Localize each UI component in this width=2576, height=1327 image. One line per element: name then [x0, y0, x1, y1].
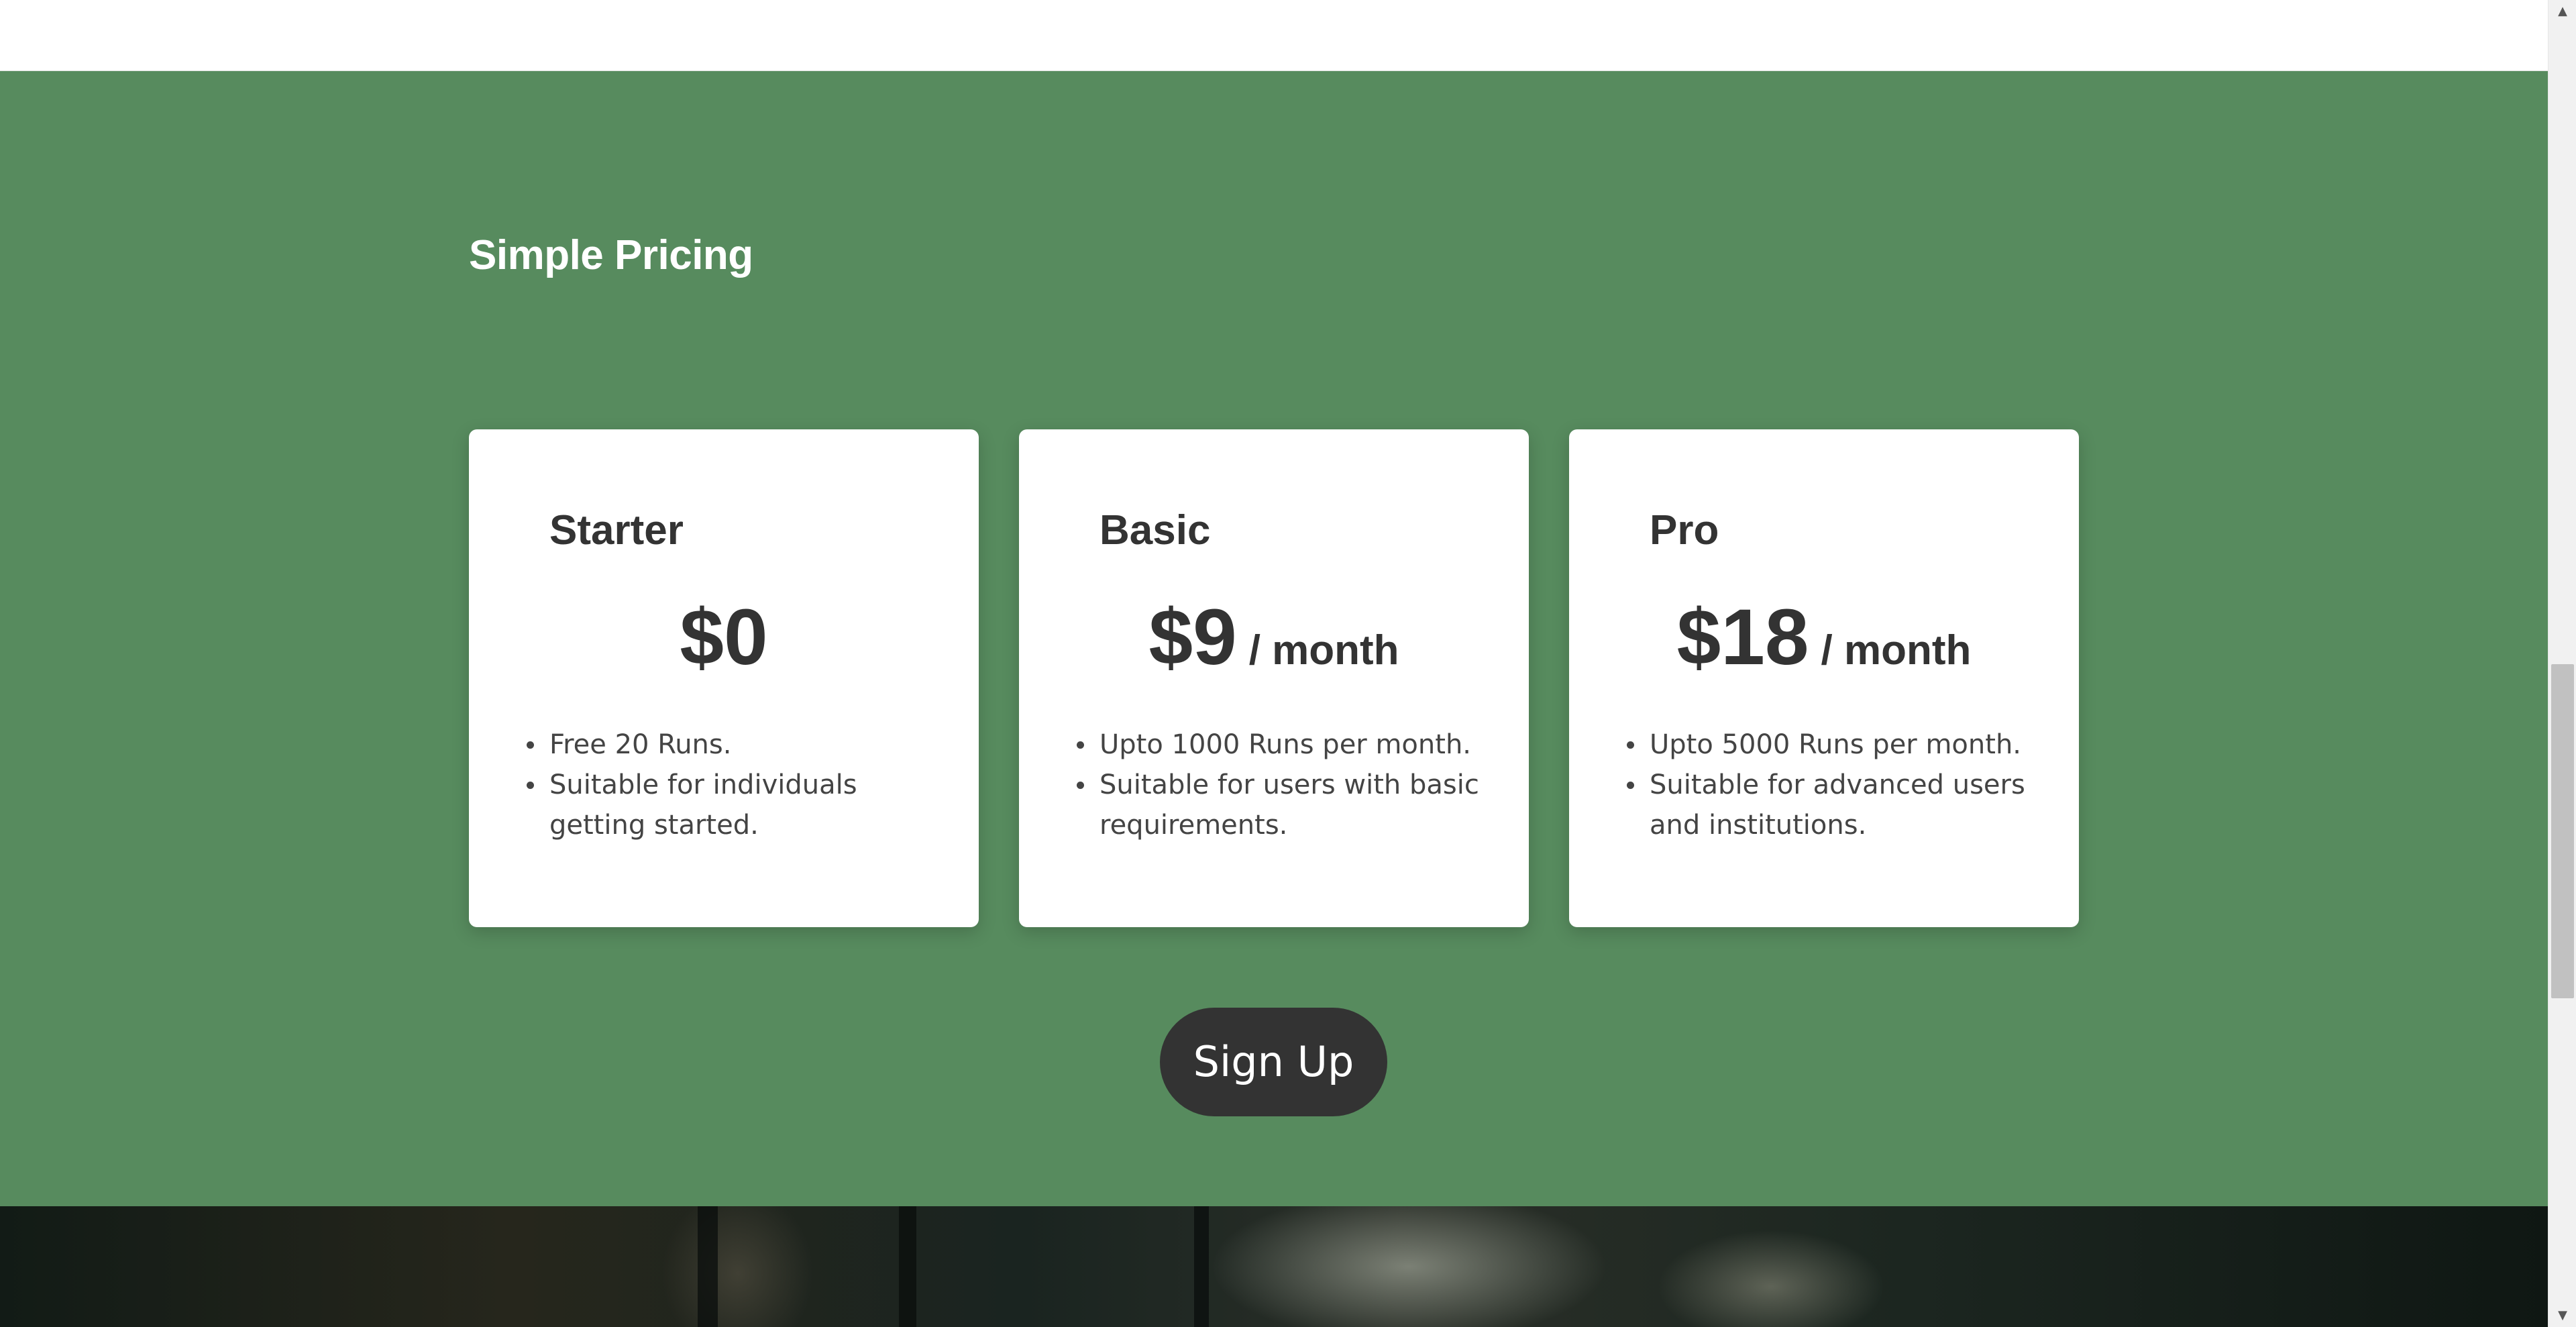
background-photo [0, 1206, 2548, 1327]
plan-price: $18 / month [1569, 590, 2079, 686]
photo-detail [899, 1206, 916, 1327]
top-section-edge [0, 0, 2548, 72]
vertical-scrollbar[interactable]: ▲ ▼ [2548, 0, 2576, 1327]
plan-price: $0 [469, 590, 979, 686]
photo-detail [698, 1206, 718, 1327]
price-amount: $9 [1148, 593, 1237, 682]
sign-up-button[interactable]: Sign Up [1160, 1008, 1387, 1116]
feature-item: Suitable for users with basic requiremen… [1077, 765, 1502, 845]
plan-price: $9/ month [1019, 590, 1529, 686]
feature-item: Upto 1000 Runs per month. [1077, 725, 1502, 765]
scroll-thumb[interactable] [2551, 664, 2574, 998]
scroll-up-icon[interactable]: ▲ [2548, 0, 2576, 23]
price-period: / month [1821, 627, 1972, 674]
plan-features: Free 20 Runs. Suitable for individuals g… [527, 725, 952, 845]
price-amount: $18 [1676, 593, 1809, 682]
price-period: / month [1248, 627, 1399, 674]
plan-features: Upto 1000 Runs per month. Suitable for u… [1077, 725, 1502, 845]
pricing-title: Simple Pricing [469, 232, 753, 278]
plan-card-pro: Pro $18 / month Upto 5000 Runs per month.… [1569, 429, 2079, 927]
feature-item: Suitable for advanced users and institut… [1627, 765, 2052, 845]
pricing-cards: Starter $0 Free 20 Runs. Suitable for in… [469, 429, 2079, 927]
photo-detail [1194, 1206, 1209, 1327]
feature-item: Upto 5000 Runs per month. [1627, 725, 2052, 765]
feature-item: Suitable for individuals getting started… [527, 765, 952, 845]
pricing-section: Simple Pricing Starter $0 Free 20 Runs. … [0, 71, 2548, 1206]
scroll-down-icon[interactable]: ▼ [2548, 1304, 2576, 1327]
feature-item: Free 20 Runs. [527, 725, 952, 765]
plan-features: Upto 5000 Runs per month. Suitable for a… [1627, 725, 2052, 845]
plan-card-basic: Basic $9/ month Upto 1000 Runs per month… [1019, 429, 1529, 927]
page-viewport: Simple Pricing Starter $0 Free 20 Runs. … [0, 0, 2548, 1327]
plan-name: Starter [549, 507, 684, 553]
plan-card-starter: Starter $0 Free 20 Runs. Suitable for in… [469, 429, 979, 927]
price-amount: $0 [680, 593, 768, 682]
plan-name: Basic [1099, 507, 1211, 553]
plan-name: Pro [1650, 507, 1719, 553]
